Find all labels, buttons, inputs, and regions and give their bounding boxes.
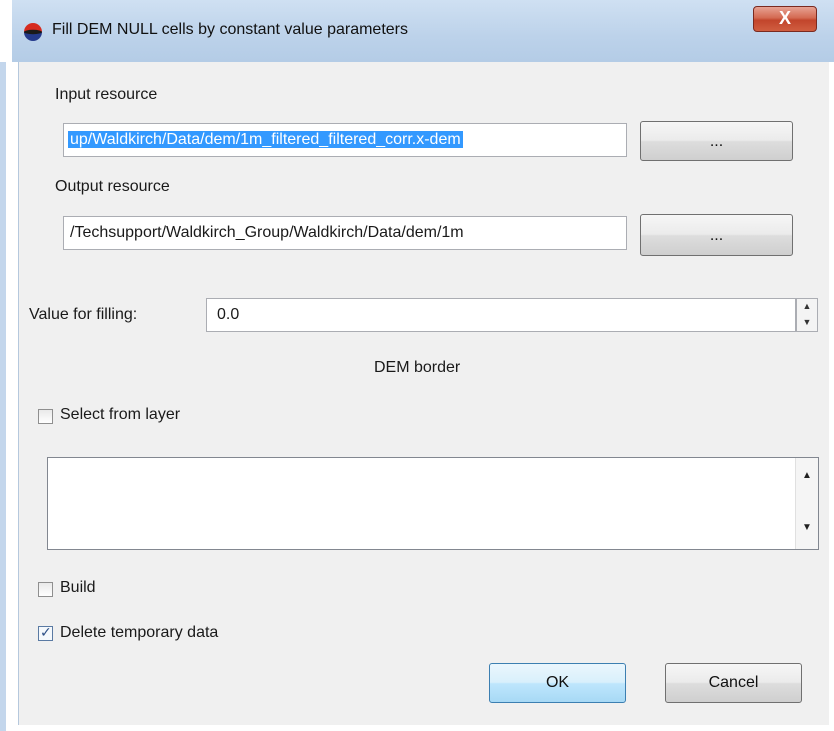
input-resource-field[interactable]: up/Waldkirch/Data/dem/1m_filtered_filter… bbox=[63, 123, 627, 157]
spin-down-icon[interactable]: ▼ bbox=[798, 315, 816, 330]
output-browse-button[interactable]: ... bbox=[640, 214, 793, 256]
spin-up-icon[interactable]: ▲ bbox=[798, 299, 816, 314]
input-resource-value: up/Waldkirch/Data/dem/1m_filtered_filter… bbox=[68, 131, 463, 148]
output-resource-field[interactable]: /Techsupport/Waldkirch_Group/Waldkirch/D… bbox=[63, 216, 627, 250]
ok-label: OK bbox=[545, 674, 570, 691]
dialog-window: Fill DEM NULL cells by constant value pa… bbox=[12, 0, 834, 731]
input-browse-button[interactable]: ... bbox=[640, 121, 793, 161]
output-resource-value: /Techsupport/Waldkirch_Group/Waldkirch/D… bbox=[70, 224, 464, 241]
cancel-button[interactable]: Cancel bbox=[665, 663, 802, 703]
output-resource-label: Output resource bbox=[55, 178, 170, 195]
delete-temp-label[interactable]: Delete temporary data bbox=[60, 624, 218, 642]
ok-button[interactable]: OK bbox=[489, 663, 626, 703]
scroll-down-icon[interactable]: ▼ bbox=[800, 522, 814, 533]
select-from-layer-label[interactable]: Select from layer bbox=[60, 406, 180, 424]
delete-temp-checkbox[interactable]: ✓ bbox=[38, 624, 53, 641]
cancel-label: Cancel bbox=[708, 674, 759, 691]
layer-list-scrollbar[interactable]: ▲ ▼ bbox=[795, 458, 818, 549]
window-left-frame bbox=[0, 62, 6, 731]
filling-value-spinner: ▲ ▼ bbox=[796, 298, 818, 332]
checkmark-icon: ✓ bbox=[40, 624, 52, 640]
input-resource-label: Input resource bbox=[55, 86, 158, 103]
dem-border-heading: DEM border bbox=[374, 359, 461, 376]
dem-app-icon bbox=[24, 23, 42, 41]
filling-value-label: Value for filling: bbox=[29, 306, 138, 323]
window-title: Fill DEM NULL cells by constant value pa… bbox=[52, 21, 408, 38]
build-label[interactable]: Build bbox=[60, 579, 96, 597]
dialog-client-area: Input resource up/Waldkirch/Data/dem/1m_… bbox=[18, 62, 829, 725]
select-from-layer-checkbox[interactable] bbox=[38, 409, 53, 424]
close-button[interactable]: X bbox=[753, 6, 817, 32]
build-checkbox[interactable] bbox=[38, 582, 53, 597]
scroll-up-icon[interactable]: ▲ bbox=[800, 470, 814, 481]
layer-list[interactable]: ▲ ▼ bbox=[47, 457, 819, 550]
title-bar[interactable]: Fill DEM NULL cells by constant value pa… bbox=[12, 0, 834, 62]
filling-value-text: 0.0 bbox=[217, 306, 240, 323]
input-browse-label: ... bbox=[709, 133, 724, 150]
output-browse-label: ... bbox=[709, 227, 724, 244]
filling-value-input[interactable]: 0.0 bbox=[206, 298, 796, 332]
close-icon: X bbox=[778, 8, 791, 28]
